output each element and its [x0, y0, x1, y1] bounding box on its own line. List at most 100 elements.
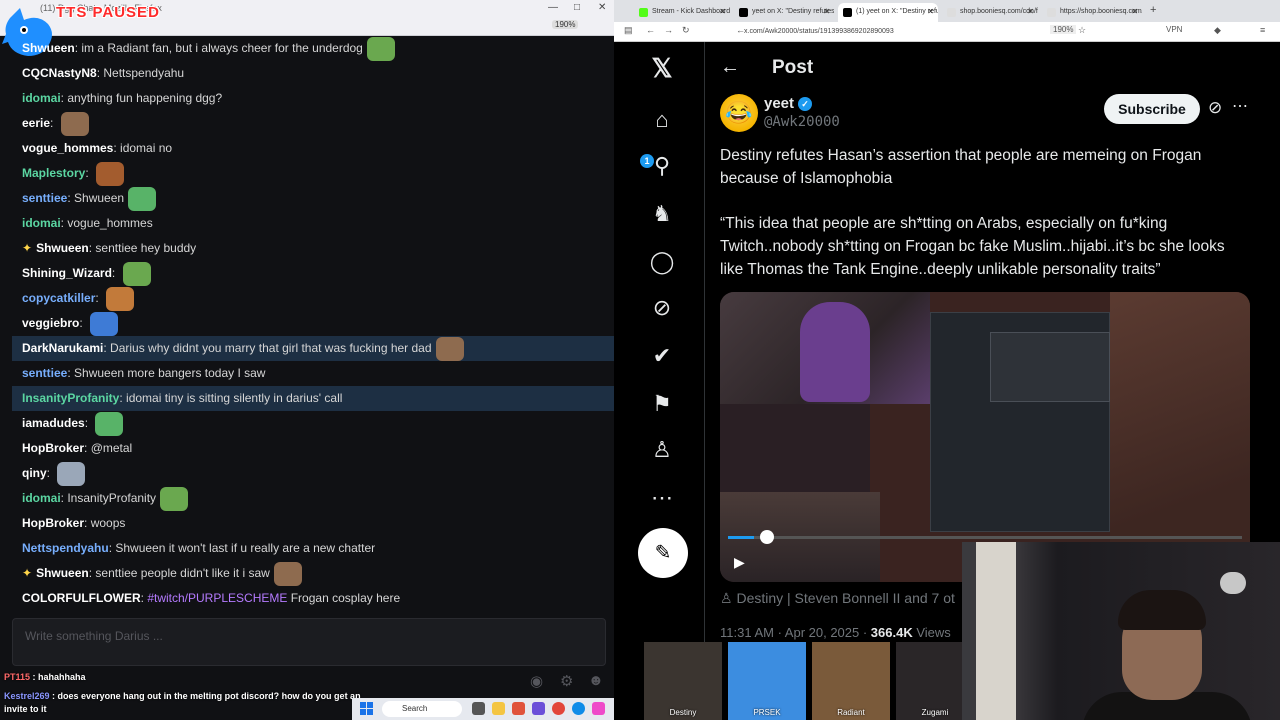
chat-message[interactable]: CQCNastyN8: Nettspendyahu [12, 61, 614, 86]
chat-message[interactable]: Nettspendyahu: Shwueen it won't last if … [12, 536, 614, 561]
chat-username[interactable]: qiny [22, 466, 47, 480]
x-logo-icon[interactable]: 𝕏 [646, 52, 678, 84]
chat-username[interactable]: CQCNastyN8 [22, 66, 97, 80]
chat-input[interactable]: Write something Darius ... [12, 618, 606, 666]
chat-link[interactable]: #twitch/PURPLESCHEME [147, 591, 287, 605]
chat-username[interactable]: senttiee [22, 191, 67, 205]
author-handle[interactable]: @Awk20000 [764, 114, 840, 130]
home-icon[interactable]: ⌂ [646, 104, 678, 136]
reload-icon[interactable]: ↻ [682, 25, 690, 36]
chat-message[interactable]: senttiee: Shwueen [12, 186, 614, 211]
participant-tile[interactable]: Radiant [812, 642, 890, 720]
chat-username[interactable]: idomai [22, 216, 61, 230]
users-icon[interactable]: ☻ [588, 672, 604, 689]
sidebar-icon[interactable]: ▤ [624, 25, 633, 36]
chat-message[interactable]: Shwueen: im a Radiant fan, but i always … [12, 36, 614, 61]
grok-icon[interactable]: ⊘ [646, 292, 678, 324]
chat-username[interactable]: COLORFULFLOWER [22, 591, 141, 605]
chat-message[interactable]: ✦ Shwueen: senttiee people didn't like it… [12, 561, 614, 586]
zoom-level[interactable]: 190% [1050, 25, 1077, 34]
close-tab-icon[interactable]: ✕ [823, 7, 830, 16]
chat-message[interactable]: qiny: [12, 461, 614, 486]
windows-start-icon[interactable] [360, 702, 373, 715]
star-icon[interactable]: ☆ [1078, 25, 1086, 36]
vpn-button[interactable]: VPN [1166, 25, 1182, 34]
author-name[interactable]: yeet ✓ [764, 95, 813, 112]
chat-username[interactable]: DarkNarukami [22, 341, 103, 355]
more-icon[interactable]: ⋯ [646, 482, 678, 514]
app-icon[interactable] [532, 702, 545, 715]
task-view-icon[interactable] [472, 702, 485, 715]
chat-message[interactable]: idomai: vogue_hommes [12, 211, 614, 236]
browser-tab[interactable]: (1) yeet on X: "Destiny refuts ✕ [838, 3, 938, 22]
browser-tab[interactable]: Stream - Kick Dashboard ✕ [634, 3, 730, 22]
chat-message[interactable]: senttiee: Shwueen more bangers today I s… [12, 361, 614, 386]
chat-username[interactable]: idomai [22, 491, 61, 505]
chat-message[interactable]: DarkNarukami: Darius why didnt you marry… [12, 336, 614, 361]
taskbar-search[interactable]: Search [382, 701, 462, 717]
new-tab-icon[interactable]: + [1150, 4, 1156, 16]
edge-icon[interactable] [572, 702, 585, 715]
chat-message[interactable]: Maplestory: [12, 161, 614, 186]
shield-icon[interactable]: ◆ [1214, 25, 1221, 36]
chat-message[interactable]: iamadudes: [12, 411, 614, 436]
browser-tab[interactable]: yeet on X: "Destiny refutes H ✕ [734, 3, 834, 22]
close-tab-icon[interactable]: ✕ [1131, 7, 1138, 16]
profile-icon[interactable]: ♙ [646, 434, 678, 466]
chat-message[interactable]: ✦ Shwueen: senttiee hey buddy [12, 236, 614, 261]
chat-username[interactable]: eerie [22, 116, 50, 130]
chat-message[interactable]: idomai: anything fun happening dgg? [12, 86, 614, 111]
bell-icon[interactable]: ♞ [646, 198, 678, 230]
chat-username[interactable]: HopBroker [22, 441, 84, 455]
chat-username[interactable]: InsanityProfanity [22, 391, 119, 405]
video-attribution[interactable]: ♙ Destiny | Steven Bonnell II and 7 ot [720, 590, 955, 607]
chat-message[interactable]: InsanityProfanity: idomai tiny is sittin… [12, 386, 614, 411]
chat-message[interactable]: HopBroker: woops [12, 511, 614, 536]
back-icon[interactable]: ← [646, 25, 655, 35]
chat-username[interactable]: Shwueen [22, 41, 75, 55]
bookmark-icon[interactable]: ⚑ [646, 388, 678, 420]
chat-username[interactable]: senttiee [22, 366, 67, 380]
participant-tile[interactable]: PRSEK [728, 642, 806, 720]
forward-icon[interactable]: → [664, 25, 673, 35]
chat-username[interactable]: Shining_Wizard [22, 266, 112, 280]
chat-message[interactable]: Shining_Wizard: [12, 261, 614, 286]
chat-message[interactable]: vogue_hommes: idomai no [12, 136, 614, 161]
close-tab-icon[interactable]: ✕ [719, 7, 726, 16]
chat-username[interactable]: Maplestory [22, 166, 85, 180]
chat-username[interactable]: idomai [22, 91, 61, 105]
chat-message[interactable]: idomai: InsanityProfanity [12, 486, 614, 511]
chat-list[interactable]: Shwueen: im a Radiant fan, but i always … [12, 36, 614, 616]
minimize-icon[interactable]: — [548, 2, 558, 13]
chat-username[interactable]: veggiebro [22, 316, 79, 330]
app-icon[interactable] [592, 702, 605, 715]
video-scrub-handle[interactable] [759, 530, 774, 544]
chat-username[interactable]: Nettspendyahu [22, 541, 109, 555]
grok-icon[interactable]: ⊘ [1208, 98, 1222, 118]
video-player[interactable]: ▶ [720, 292, 1250, 582]
obs-icon[interactable] [552, 702, 565, 715]
browser-tab[interactable]: https://shop.booniesq.com/p ✕ [1042, 3, 1142, 22]
browser-tab[interactable]: shop.booniesq.com/cdn/fonts✕ [942, 3, 1038, 22]
chat-message[interactable]: eerie: [12, 111, 614, 136]
messages-icon[interactable]: ◯ [646, 246, 678, 278]
chat-message[interactable]: veggiebro: [12, 311, 614, 336]
eye-icon[interactable]: ◉ [530, 672, 543, 690]
chat-username[interactable]: vogue_hommes [22, 141, 113, 155]
chat-message[interactable]: HopBroker: @metal [12, 436, 614, 461]
zoom-level[interactable]: 190% [552, 20, 579, 29]
chat-username[interactable]: HopBroker [22, 516, 84, 530]
post-timestamp[interactable]: 11:31 AM · Apr 20, 2025 · [720, 625, 871, 640]
chat-username[interactable]: Shwueen [36, 241, 89, 255]
menu-icon[interactable]: ≡ [1260, 25, 1265, 35]
close-icon[interactable]: ✕ [598, 2, 606, 13]
compose-post-button[interactable]: ✎ [638, 528, 688, 578]
chat-message[interactable]: COLORFULFLOWER: #twitch/PURPLESCHEME Fro… [12, 586, 614, 611]
address-bar[interactable] [70, 20, 570, 34]
chat-username[interactable]: Shwueen [36, 566, 89, 580]
chat-username[interactable]: copycatkiller [22, 291, 95, 305]
maximize-icon[interactable]: □ [574, 2, 580, 13]
subscribe-button[interactable]: Subscribe [1104, 94, 1200, 124]
verified-icon[interactable]: ✔ [646, 340, 678, 372]
avatar[interactable]: 😂 [720, 94, 758, 132]
